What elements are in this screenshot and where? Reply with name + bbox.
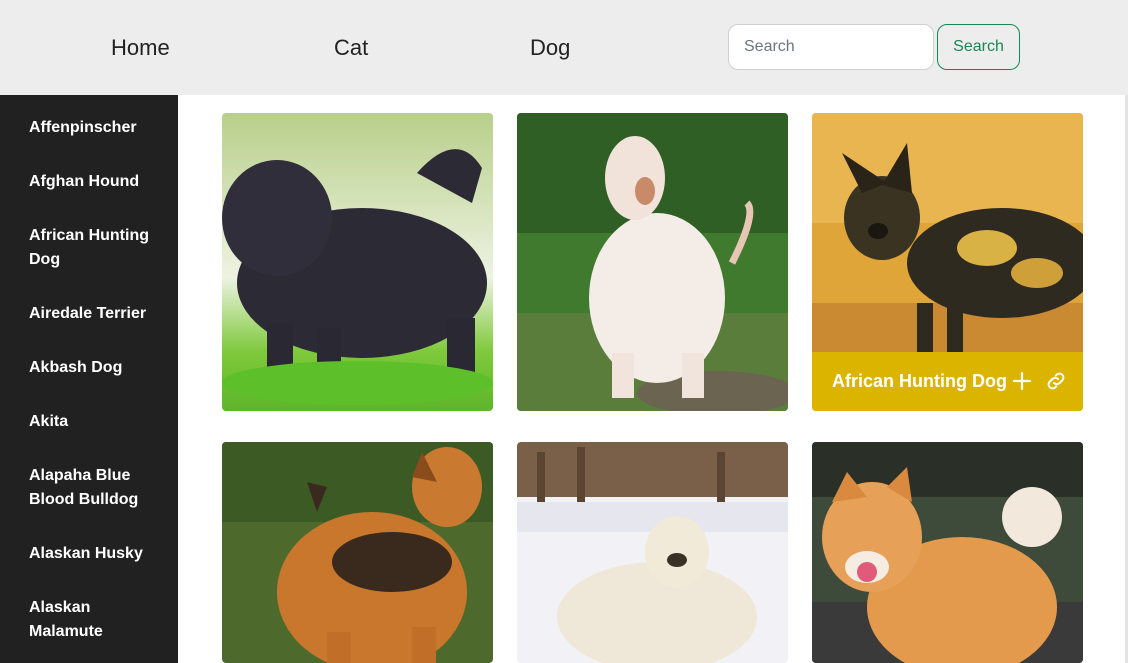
- card-caption: African Hunting Dog: [812, 352, 1083, 411]
- nav-dog-link[interactable]: Dog: [530, 34, 570, 62]
- breed-card-affenpinscher[interactable]: [222, 113, 493, 411]
- sidebar-item-alaskan-husky[interactable]: Alaskan Husky: [0, 539, 178, 569]
- dog-photo: [222, 113, 493, 411]
- sidebar-item-african-hunting-dog[interactable]: African Hunting Dog: [0, 221, 178, 275]
- sidebar-item-alaskan-malamute[interactable]: Alaskan Malamute: [0, 593, 178, 647]
- dog-photo: [517, 113, 788, 411]
- breed-card-akbash-dog[interactable]: [517, 442, 788, 663]
- card-caption-title: African Hunting Dog: [832, 371, 1007, 391]
- nav-cat-link[interactable]: Cat: [334, 34, 368, 62]
- breed-sidebar: Affenpinscher Afghan Hound African Hunti…: [0, 95, 178, 663]
- dog-photo: [517, 442, 788, 663]
- sidebar-item-affenpinscher[interactable]: Affenpinscher: [0, 113, 178, 143]
- sidebar-item-alapaha-blue-blood-bulldog[interactable]: Alapaha Blue Blood Bulldog: [0, 461, 178, 515]
- plus-icon[interactable]: [1010, 369, 1034, 393]
- breed-card-airedale-terrier[interactable]: [222, 442, 493, 663]
- breed-card-akita[interactable]: [812, 442, 1083, 663]
- search-button[interactable]: Search: [937, 24, 1020, 70]
- nav-home-link[interactable]: Home: [111, 34, 170, 62]
- sidebar-item-airedale-terrier[interactable]: Airedale Terrier: [0, 299, 178, 329]
- sidebar-item-akbash-dog[interactable]: Akbash Dog: [0, 353, 178, 383]
- link-icon[interactable]: [1044, 369, 1068, 393]
- sidebar-item-afghan-hound[interactable]: Afghan Hound: [0, 167, 178, 197]
- dog-photo: [222, 442, 493, 663]
- dog-photo: [812, 442, 1083, 663]
- sidebar-item-akita[interactable]: Akita: [0, 407, 178, 437]
- top-navbar: Home Cat Dog Search: [0, 0, 1128, 95]
- breed-card-african-hunting-dog[interactable]: African Hunting Dog: [812, 113, 1083, 411]
- breed-card-afghan-hound[interactable]: [517, 113, 788, 411]
- search-input[interactable]: [728, 24, 934, 70]
